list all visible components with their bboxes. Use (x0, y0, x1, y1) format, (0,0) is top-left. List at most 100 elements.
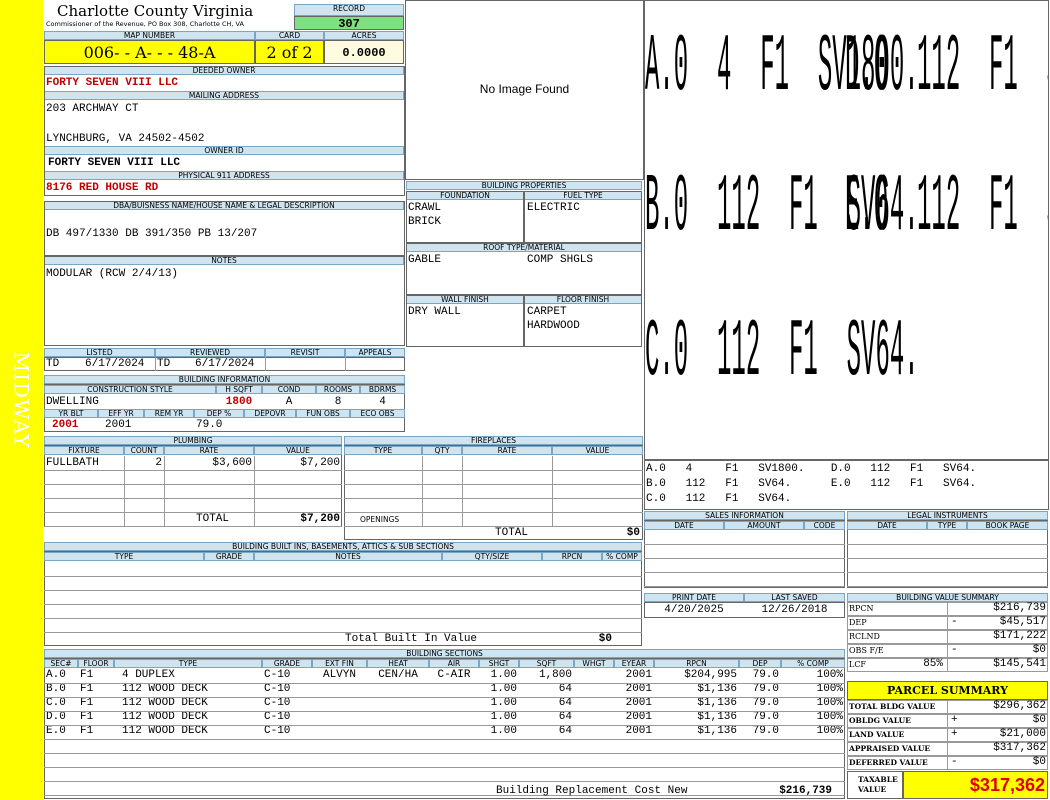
sales-header: DATE AMOUNT CODE (644, 521, 845, 587)
column-header: HEAT (367, 659, 429, 668)
fun-obs-label: FUN OBS (296, 409, 350, 418)
row-divider (644, 558, 845, 559)
plumbing-total-value: $7,200 (300, 513, 340, 525)
column-header: QTY (422, 446, 462, 455)
section-rpcn: $1,136 (697, 697, 737, 709)
listed-by: TD (46, 358, 60, 370)
section-eyear: 2001 (625, 725, 652, 737)
wall-1: DRY WALL (408, 306, 461, 318)
eff-yr: 2001 (105, 419, 132, 431)
section-grade: C-10 (264, 711, 291, 723)
fireplaces-total-value: $0 (626, 527, 640, 539)
section-type: 112 WOOD DECK (122, 683, 208, 695)
roof-material: COMP SHGLS (527, 254, 594, 266)
column-header: NOTES (254, 552, 442, 561)
plumbing-value: $7,200 (300, 457, 340, 469)
section-sqft: 64 (558, 725, 572, 737)
summary-divider (947, 630, 948, 644)
column-divider (422, 456, 423, 526)
section-dep: 79.0 (752, 669, 779, 681)
column-header: TYPE (44, 552, 204, 561)
dba-value: DB 497/1330 DB 391/350 PB 13/207 (46, 228, 258, 240)
built-in-total-value: $0 (598, 633, 612, 645)
section-sec: C.0 (46, 697, 66, 709)
rooms-label: ROOMS (316, 385, 360, 394)
owner-box (44, 66, 405, 196)
hsqft: 1800 (225, 396, 253, 408)
reviewed-label: REVIEWED (155, 348, 265, 357)
reviewed-by: TD (157, 358, 171, 370)
eff-yr-label: EFF YR (98, 409, 144, 418)
hsqft-label: H SQFT (216, 385, 262, 394)
sketch-labels: A.0 4 F1 SV1800.D.0 112 F1 SV64.B.0 112 … (645, 1, 1048, 459)
column-header: SEC# (44, 659, 78, 668)
taxable-label-1: TAXABLE (858, 775, 898, 784)
row-divider (847, 572, 1048, 573)
row-divider (44, 711, 845, 712)
review-divider (345, 357, 346, 371)
column-header: TYPE (927, 521, 967, 530)
legal-header: DATE TYPE BOOK PAGE (847, 521, 1048, 587)
parcel-divider (947, 756, 948, 770)
section-rpcn: $1,136 (697, 711, 737, 723)
rem-yr-label: REM YR (144, 409, 194, 418)
row-divider (344, 512, 643, 513)
summary-value: $216,739 (993, 602, 1046, 614)
building-sections-title: BUILDING SECTIONS (44, 649, 845, 658)
record-value: 307 (294, 16, 404, 31)
review-divider (155, 357, 156, 371)
foundation-2: BRICK (408, 216, 442, 228)
plumbing-title: PLUMBING (44, 436, 342, 445)
column-header: FIXTURE (44, 446, 124, 455)
parcel-label: LAND VALUE (849, 730, 905, 739)
column-header: AIR (429, 659, 479, 668)
building-sections-header: SEC# FLOOR TYPE GRADE EXT FIN HEAT AIR SHGT SQFT… (44, 659, 845, 668)
bdrms: 4 (379, 396, 386, 408)
row-divider (847, 586, 1048, 587)
section-grade: C-10 (264, 697, 291, 709)
foundation-1: CRAWL (408, 202, 442, 214)
summary-label: OBS F/E (849, 646, 884, 655)
row-divider (44, 526, 342, 527)
floor-1: CARPET (527, 306, 567, 318)
county-address: Commissioner of the Revenue, PO Box 308,… (46, 20, 244, 28)
row-divider (44, 697, 845, 698)
legal-title: LEGAL INSTRUMENTS (847, 511, 1048, 520)
section-heat: CEN/HA (378, 669, 418, 681)
parcel-value: $296,362 (993, 700, 1046, 712)
summary-divider (947, 658, 948, 672)
parcel-value: $0 (1032, 756, 1046, 768)
parcel-value: $0 (1032, 714, 1046, 726)
row-divider (44, 739, 845, 740)
summary-value: $145,541 (993, 658, 1046, 670)
summary-value: $0 (1032, 644, 1046, 656)
plumbing-total-label: TOTAL (196, 513, 230, 525)
section-grade: C-10 (264, 725, 291, 737)
summary-pct: 85% (923, 658, 943, 670)
summary-divider (947, 616, 948, 630)
yr-blt: 2001 (52, 419, 79, 431)
sketch-label: E.0 112 F1 SV64. (845, 164, 1048, 256)
section-sqft: 64 (558, 711, 572, 723)
row-divider (44, 470, 342, 471)
column-divider (462, 456, 463, 526)
parcel-value: $317,362 (993, 742, 1046, 754)
column-header: SQFT (519, 659, 574, 668)
print-date-label: PRINT DATE (644, 593, 744, 602)
section-type: 4 DUPLEX (122, 669, 175, 681)
parcel-summary-title: PARCEL SUMMARY (847, 681, 1048, 700)
column-header: % COMP (602, 552, 642, 561)
building-properties-title: BUILDING PROPERTIES (406, 181, 642, 190)
section-floor: F1 (80, 711, 94, 723)
openings-label: OPENINGS (360, 515, 400, 524)
replacement-cost-label: Building Replacement Cost New (496, 785, 688, 797)
dep-pct-label: DEP % (194, 409, 244, 418)
last-saved-label: LAST SAVED (744, 593, 845, 602)
row-divider (44, 725, 845, 726)
row-divider (847, 558, 1048, 559)
row-divider (44, 618, 642, 619)
section-shgt: 1.00 (490, 669, 517, 681)
card-value: 2 of 2 (255, 40, 324, 64)
cond-label: COND (262, 385, 316, 394)
summary-value: $45,517 (999, 616, 1046, 628)
